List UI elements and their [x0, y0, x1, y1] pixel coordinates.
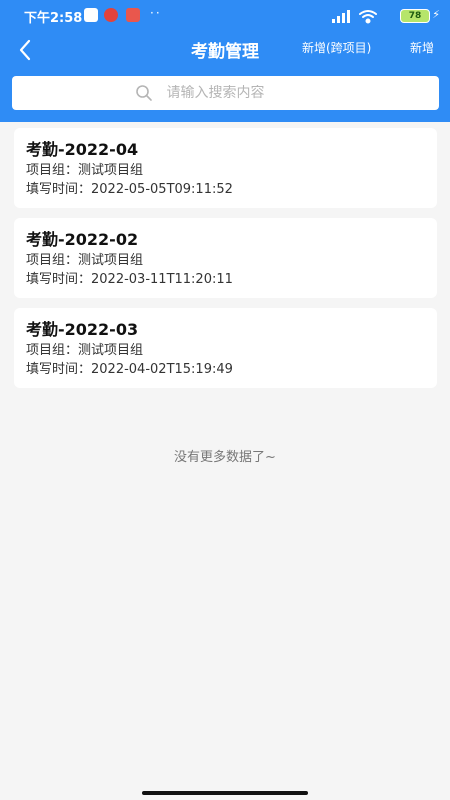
group-label: 项目组：	[26, 343, 79, 358]
signal-icon	[332, 10, 350, 23]
record-group-row: 项目组：测试项目组	[26, 161, 425, 180]
network-icons	[332, 10, 377, 24]
more-notifications-indicator: ··	[150, 6, 162, 20]
page-title: 考勤管理	[191, 42, 259, 62]
record-title: 考勤-2022-04	[26, 140, 139, 159]
attendance-record-card[interactable]: 考勤-2022-03 项目组：测试项目组 填写时间：2022-04-02T15:…	[14, 308, 437, 388]
time-value: 2022-04-02T15:19:49	[91, 362, 233, 377]
group-label: 项目组：	[26, 163, 79, 178]
time-label: 填写时间：	[26, 362, 92, 377]
time-label: 填写时间：	[26, 182, 92, 197]
time-label: 填写时间：	[26, 272, 92, 287]
add-cross-project-button[interactable]: 新增(跨项目)	[302, 39, 371, 56]
notification-app-icon	[104, 8, 118, 22]
time-value: 2022-03-11T11:20:11	[91, 272, 233, 287]
home-indicator[interactable]	[142, 791, 308, 795]
status-time: 下午2:58	[24, 11, 83, 26]
record-title: 考勤-2022-03	[26, 320, 139, 339]
status-bar: 下午2:58 ·· 78 ⚡	[0, 0, 450, 32]
attendance-record-card[interactable]: 考勤-2022-04 项目组：测试项目组 填写时间：2022-05-05T09:…	[14, 128, 437, 208]
chevron-left-icon	[19, 39, 31, 61]
search-bar[interactable]	[12, 76, 439, 110]
group-value: 测试项目组	[78, 253, 144, 268]
record-time-row: 填写时间：2022-03-11T11:20:11	[26, 270, 425, 289]
group-value: 测试项目组	[78, 163, 144, 178]
notification-app-icon	[126, 8, 140, 22]
record-time-row: 填写时间：2022-05-05T09:11:52	[26, 180, 425, 199]
time-value: 2022-05-05T09:11:52	[91, 182, 233, 197]
attendance-list: 考勤-2022-04 项目组：测试项目组 填写时间：2022-05-05T09:…	[14, 128, 437, 398]
record-group-row: 项目组：测试项目组	[26, 341, 425, 360]
no-more-data-text: 没有更多数据了~	[174, 450, 276, 465]
record-group-row: 项目组：测试项目组	[26, 251, 425, 270]
app-header: 下午2:58 ·· 78 ⚡ 考勤管理 新增(跨项目) 新增 请输入搜索内容	[0, 0, 450, 122]
record-title: 考勤-2022-02	[26, 230, 139, 249]
group-label: 项目组：	[26, 253, 79, 268]
group-value: 测试项目组	[78, 343, 144, 358]
nav-bar: 考勤管理 新增(跨项目) 新增	[0, 32, 450, 68]
notification-app-icon	[84, 8, 98, 22]
attendance-record-card[interactable]: 考勤-2022-02 项目组：测试项目组 填写时间：2022-03-11T11:…	[14, 218, 437, 298]
add-button[interactable]: 新增	[410, 39, 434, 56]
battery-icon: 78	[400, 9, 430, 23]
wifi-icon	[359, 10, 377, 24]
search-input[interactable]	[166, 85, 317, 101]
search-icon	[135, 85, 152, 101]
back-button[interactable]	[14, 36, 38, 64]
record-time-row: 填写时间：2022-04-02T15:19:49	[26, 360, 425, 379]
charging-icon: ⚡	[432, 8, 440, 21]
